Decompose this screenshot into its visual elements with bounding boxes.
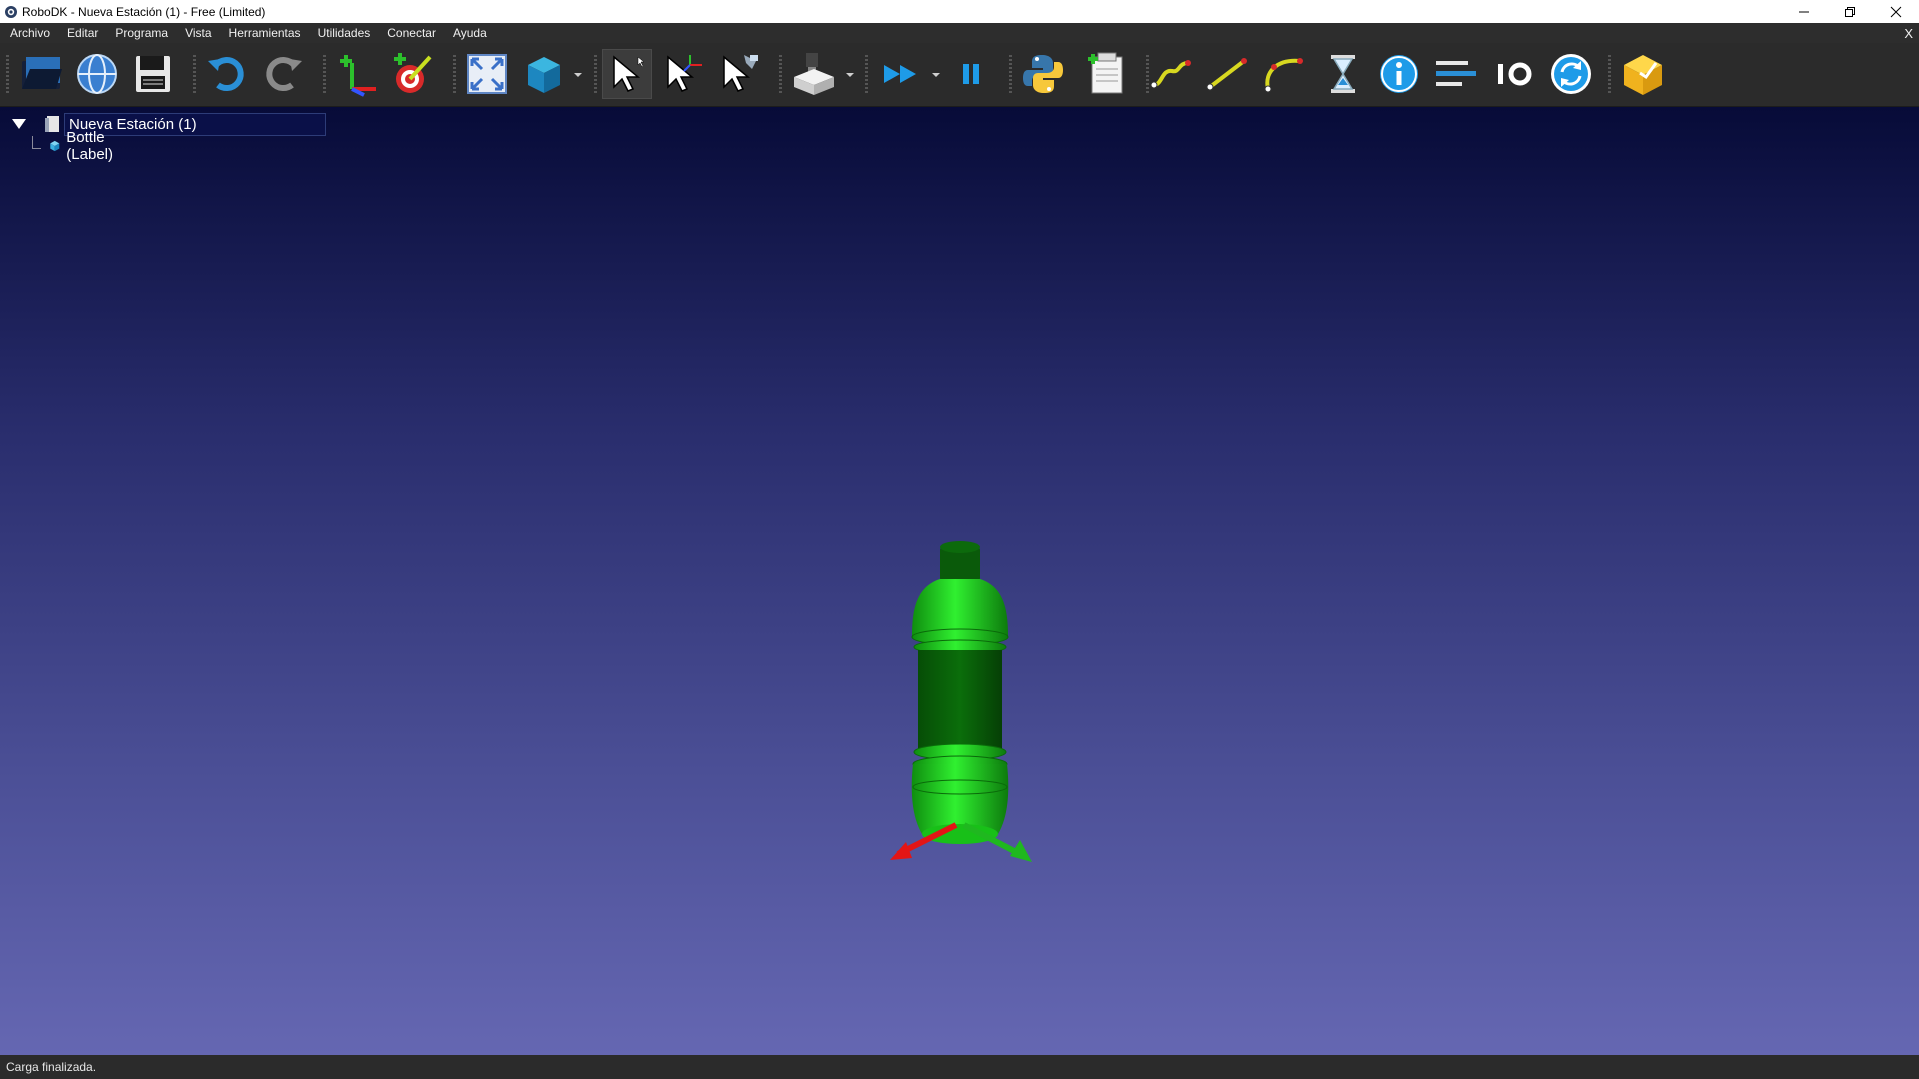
python-program-icon (1023, 55, 1063, 93)
menu-close-button[interactable]: X (1904, 26, 1913, 41)
move-circular-button[interactable] (1258, 49, 1308, 99)
restore-icon (1845, 6, 1855, 17)
undo-icon (208, 57, 244, 92)
pause-button[interactable] (946, 49, 996, 99)
move-linear-icon (1206, 58, 1247, 91)
open-button[interactable] (16, 49, 66, 99)
minimize-button[interactable] (1781, 0, 1827, 23)
export-package-button[interactable] (1618, 49, 1668, 99)
tree-item-station[interactable]: Nueva Estación (1) (10, 112, 332, 136)
redo-icon (266, 57, 302, 92)
move-joint-button[interactable] (1146, 49, 1196, 99)
toolbar-separator (1608, 55, 1611, 95)
toolbar-separator (865, 55, 868, 95)
teach-target-button[interactable] (1082, 49, 1132, 99)
add-target-icon (394, 53, 432, 93)
minimize-icon (1799, 11, 1809, 12)
menu-programa[interactable]: Programa (105, 23, 175, 43)
toolbar-separator (323, 55, 326, 95)
save-button[interactable] (128, 49, 178, 99)
toolbar-separator (779, 55, 782, 95)
run-dropdown-icon[interactable] (932, 71, 940, 79)
pause-instruction-button[interactable] (1318, 49, 1368, 99)
save-disk-icon (136, 56, 170, 92)
toolbar-separator (453, 55, 456, 95)
tree-expander[interactable] (10, 115, 28, 133)
move-tool-icon (723, 55, 758, 92)
export-package-icon (1624, 55, 1662, 95)
menu-utilidades[interactable]: Utilidades (308, 23, 378, 43)
synchronize-icon (1551, 54, 1591, 94)
move-circular-icon (1264, 58, 1303, 93)
message-button[interactable] (1374, 49, 1424, 99)
view-cube-icon (528, 57, 560, 93)
menu-archivo[interactable]: Archivo (0, 23, 57, 43)
program-dropdown-icon[interactable] (846, 71, 854, 79)
bottle-shoulder (912, 579, 1008, 637)
move-reference-icon (667, 55, 702, 92)
view-dropdown-icon[interactable] (574, 71, 582, 79)
select-icon (613, 55, 645, 92)
new-program-icon (794, 53, 834, 95)
title-bar: RoboDK - Nueva Estación (1) - Free (Limi… (0, 0, 1919, 23)
new-program-button[interactable] (788, 49, 838, 99)
menu-ayuda[interactable]: Ayuda (443, 23, 494, 43)
toolbar-separator (193, 55, 196, 95)
bottle-object[interactable] (860, 422, 1060, 882)
tree-item-bottle[interactable]: Bottle (Label) (32, 129, 124, 163)
move-joint-icon (1150, 60, 1191, 89)
message-icon (1380, 55, 1418, 93)
tree-item-bottle-label: Bottle (Label) (66, 129, 113, 163)
robodk-logo-icon (5, 5, 17, 18)
status-bar: Carga finalizada. (0, 1055, 1919, 1079)
tree-connector-line (32, 135, 41, 149)
station-icon (45, 116, 59, 132)
open-folder-icon (22, 57, 62, 89)
menu-herramientas[interactable]: Herramientas (219, 23, 308, 43)
window-title: RoboDK - Nueva Estación (1) - Free (Limi… (22, 4, 266, 19)
redo-button[interactable] (258, 49, 308, 99)
add-reference-frame-icon (340, 55, 376, 97)
add-target-button[interactable] (388, 49, 438, 99)
bottle-base (911, 764, 1009, 834)
main-toolbar (0, 43, 1919, 107)
pause-icon (963, 64, 979, 84)
view-cube-button[interactable] (518, 49, 568, 99)
online-library-globe-icon (77, 54, 117, 94)
python-button[interactable] (1018, 49, 1068, 99)
close-icon (1890, 6, 1902, 17)
3d-viewport[interactable]: Nueva Estación (1) Bottle (Label) (0, 107, 1919, 1055)
run-program-icon (884, 65, 916, 83)
collapse-triangle-icon (12, 119, 26, 129)
menu-vista[interactable]: Vista (175, 23, 218, 43)
pause-instruction-icon (1331, 55, 1355, 93)
status-text: Carga finalizada. (6, 1060, 97, 1074)
move-tool-button[interactable] (714, 49, 764, 99)
restore-button[interactable] (1827, 0, 1873, 23)
fit-all-icon (467, 54, 507, 94)
toolbar-separator (594, 55, 597, 95)
add-frame-button[interactable] (332, 49, 382, 99)
move-reference-button[interactable] (658, 49, 708, 99)
fit-all-button[interactable] (462, 49, 512, 99)
io-icon (1498, 62, 1532, 86)
synchronize-button[interactable] (1546, 49, 1596, 99)
program-call-button[interactable] (1430, 49, 1480, 99)
bottle-label-band (918, 650, 1002, 750)
toolbar-separator (1009, 55, 1012, 95)
undo-button[interactable] (202, 49, 252, 99)
program-call-icon (1436, 61, 1476, 86)
menu-bar: Archivo Editar Programa Vista Herramient… (0, 23, 1919, 43)
io-button[interactable] (1490, 49, 1540, 99)
close-button[interactable] (1873, 0, 1919, 23)
menu-editar[interactable]: Editar (57, 23, 105, 43)
menu-conectar[interactable]: Conectar (377, 23, 443, 43)
run-button[interactable] (876, 49, 926, 99)
move-linear-button[interactable] (1202, 49, 1252, 99)
toolbar-separator (6, 55, 9, 95)
select-button[interactable] (602, 49, 652, 99)
object-cube-icon (50, 140, 60, 152)
library-button[interactable] (72, 49, 122, 99)
teach-target-icon (1088, 52, 1123, 94)
